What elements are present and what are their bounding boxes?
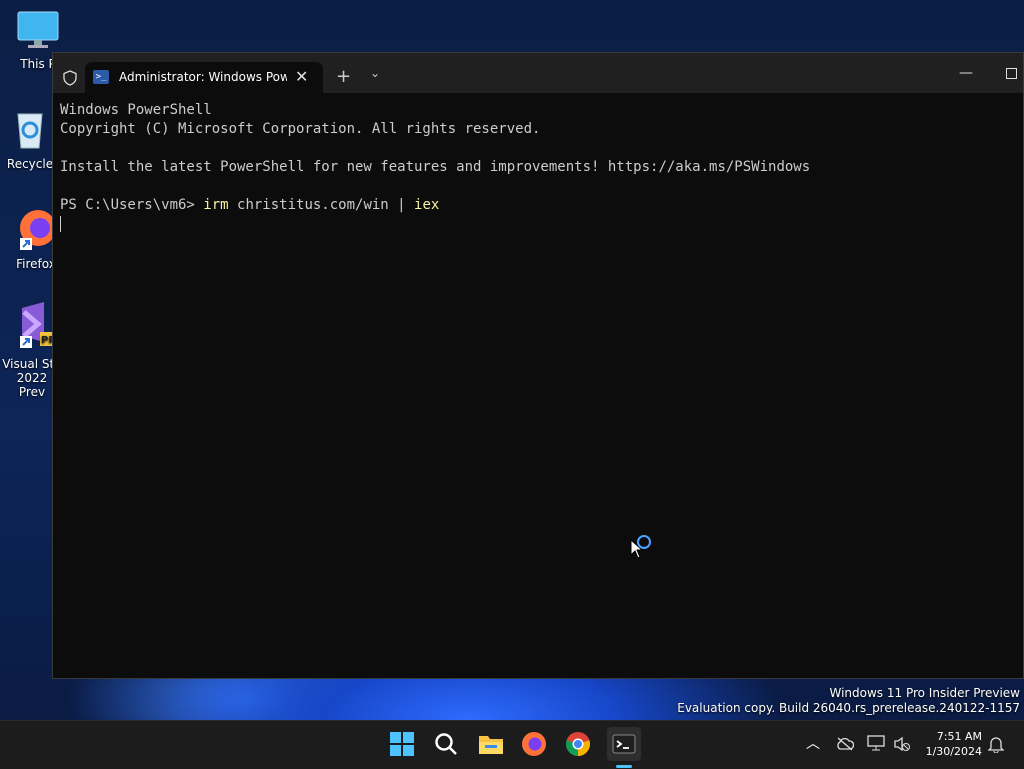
close-tab-icon[interactable]: ✕ bbox=[295, 67, 308, 86]
chrome-icon bbox=[566, 732, 590, 756]
chrome-taskbar-button[interactable] bbox=[565, 731, 593, 759]
terminal-output[interactable]: Windows PowerShell Copyright (C) Microso… bbox=[60, 101, 1010, 234]
clock-date: 1/30/2024 bbox=[925, 745, 982, 758]
onedrive-offline-icon[interactable] bbox=[836, 737, 854, 751]
firefox-icon bbox=[522, 732, 546, 756]
file-explorer-icon bbox=[479, 736, 503, 754]
text-cursor bbox=[60, 216, 61, 232]
show-hidden-icons-button[interactable]: ︿ bbox=[806, 733, 820, 753]
command-keyword: iex bbox=[414, 197, 440, 213]
monitor-icon bbox=[8, 10, 68, 53]
busy-spinner-icon bbox=[637, 535, 651, 549]
command-keyword: irm bbox=[203, 197, 229, 213]
minimize-button[interactable]: — bbox=[959, 65, 973, 81]
evaluation-watermark: Windows 11 Pro Insider Preview Evaluatio… bbox=[677, 686, 1020, 716]
volume-muted-icon[interactable] bbox=[893, 736, 911, 752]
desktop-icon-label: Firefox bbox=[16, 257, 56, 271]
desktop-icon-label: This P bbox=[20, 57, 56, 71]
start-icon bbox=[390, 732, 414, 756]
powershell-icon: >_ bbox=[93, 70, 109, 84]
search-button[interactable] bbox=[433, 731, 461, 759]
notification-bell-icon[interactable] bbox=[988, 736, 1004, 753]
clock-time: 7:51 AM bbox=[936, 730, 982, 743]
start-button[interactable] bbox=[389, 731, 417, 759]
tab-administrator-powershell[interactable]: >_ Administrator: Windows Powe ✕ bbox=[85, 62, 323, 93]
terminal-taskbar-button[interactable] bbox=[607, 727, 641, 768]
terminal-line: Windows PowerShell bbox=[60, 102, 212, 118]
taskbar: ︿ bbox=[0, 720, 1024, 769]
new-tab-button[interactable]: + bbox=[336, 66, 351, 87]
command-args: christitus.com/win | bbox=[228, 197, 415, 213]
search-icon bbox=[435, 733, 457, 755]
terminal-line: Copyright (C) Microsoft Corporation. All… bbox=[60, 121, 541, 137]
terminal-line: Install the latest PowerShell for new fe… bbox=[60, 159, 811, 175]
tab-title: Administrator: Windows Powe bbox=[119, 70, 287, 84]
terminal-window[interactable]: >_ Administrator: Windows Powe ✕ + ⌄ — W… bbox=[52, 52, 1024, 679]
tab-dropdown-button[interactable]: ⌄ bbox=[370, 66, 380, 80]
terminal-icon bbox=[612, 734, 636, 754]
desktop-icon-recycle-bin[interactable]: Recycle bbox=[0, 108, 60, 171]
network-icon[interactable] bbox=[867, 735, 885, 751]
desktop-icon-label: Recycle bbox=[6, 157, 54, 171]
title-bar[interactable]: >_ Administrator: Windows Powe ✕ + ⌄ — bbox=[53, 53, 1023, 93]
file-explorer-button[interactable] bbox=[477, 731, 505, 759]
watermark-line: Windows 11 Pro Insider Preview bbox=[829, 686, 1020, 700]
recycle-bin-icon bbox=[0, 108, 60, 153]
taskbar-clock[interactable]: 7:51 AM 1/30/2024 bbox=[912, 729, 982, 759]
watermark-line: Evaluation copy. Build 26040.rs_prerelea… bbox=[677, 701, 1020, 715]
shield-icon bbox=[63, 70, 77, 86]
maximize-button[interactable] bbox=[1006, 68, 1017, 79]
prompt: PS C:\Users\vm6> bbox=[60, 197, 204, 213]
firefox-taskbar-button[interactable] bbox=[521, 731, 549, 759]
